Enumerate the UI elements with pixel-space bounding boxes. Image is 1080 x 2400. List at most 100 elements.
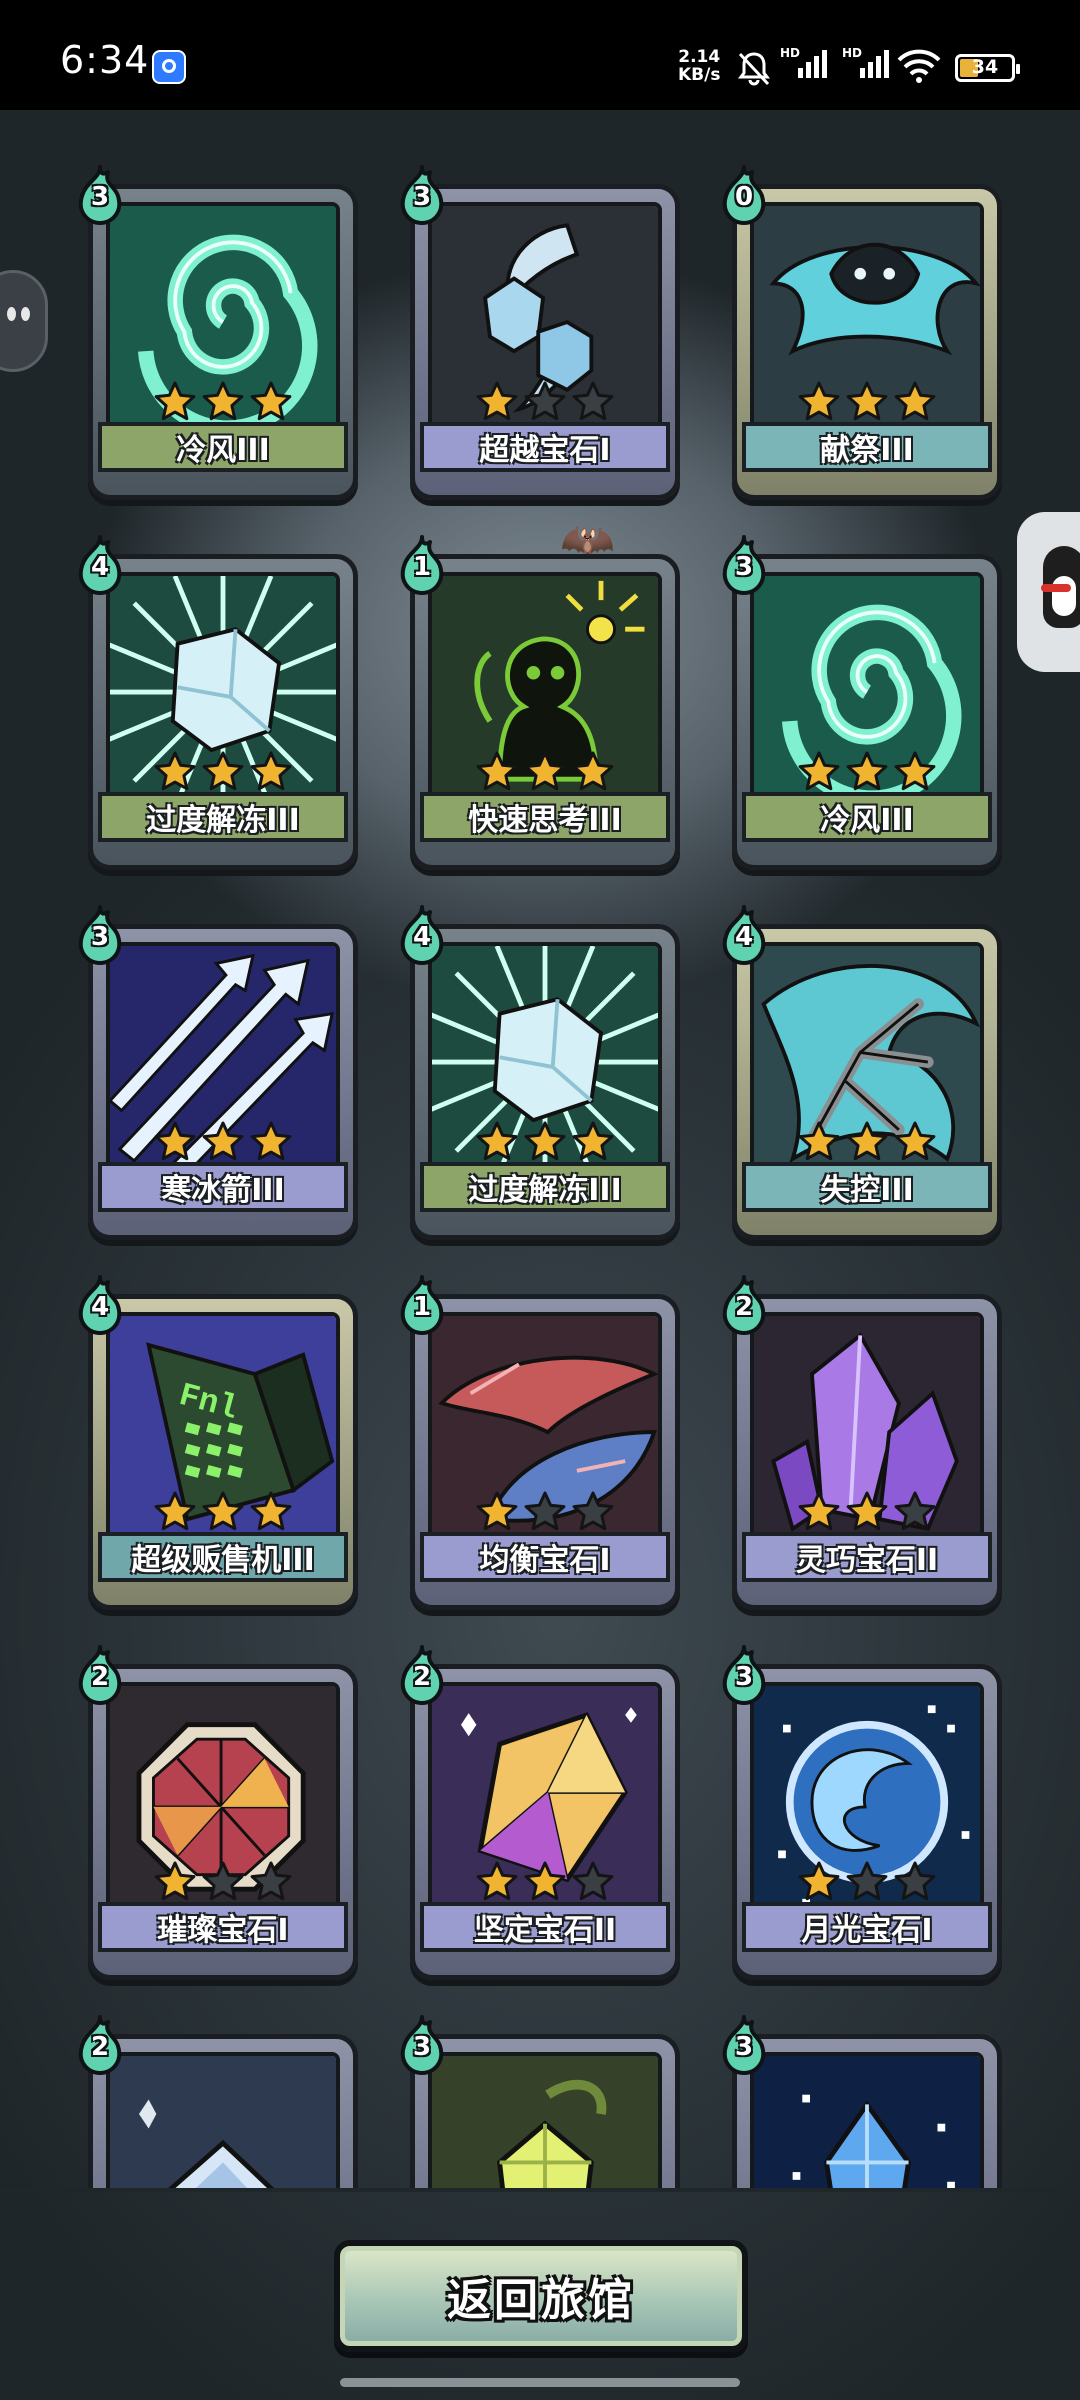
skill-card[interactable]: 过度解冻III 4	[78, 535, 358, 870]
skill-card[interactable]: 坚定宝石II 2	[400, 1645, 680, 1980]
star-filled-icon	[846, 1121, 888, 1161]
skill-card[interactable]: 3	[722, 2015, 1002, 2188]
network-speed: 2.14 KB/s	[678, 48, 720, 84]
star-filled-icon	[476, 751, 518, 791]
energy-cost-badge: 3	[74, 164, 126, 226]
star-filled-icon	[202, 1121, 244, 1161]
energy-cost-value: 3	[734, 2032, 754, 2062]
skill-card[interactable]: 寒冰箭III 3	[78, 905, 358, 1240]
signal-label-2: HD	[842, 46, 863, 60]
skill-card[interactable]: 冷风III 3	[722, 535, 1002, 870]
card-art-window	[106, 2052, 340, 2188]
game-screen: 🦇 冷风III 3 超越宝石I 3 献祭III 0 过度解冻III 4 快速思考…	[0, 110, 1080, 2400]
signal-icon-1: HD	[780, 46, 832, 86]
skill-card[interactable]: 3	[400, 2015, 680, 2188]
return-to-inn-button[interactable]: 返回旅馆	[334, 2240, 748, 2352]
card-name: 均衡宝石I	[420, 1532, 670, 1582]
blue-crystal-artwork	[754, 2056, 980, 2188]
star-filled-icon	[154, 1861, 196, 1901]
star-filled-icon	[250, 1491, 292, 1531]
card-name: 坚定宝石II	[420, 1902, 670, 1952]
star-filled-icon	[894, 1121, 936, 1161]
star-filled-icon	[798, 1491, 840, 1531]
shield-gem-artwork	[110, 2056, 336, 2188]
battery-icon: 34	[955, 54, 1020, 82]
skill-card[interactable]: 璀璨宝石I 2	[78, 1645, 358, 1980]
clock: 6:34	[60, 38, 150, 82]
star-empty-icon	[846, 1861, 888, 1901]
star-filled-icon	[846, 381, 888, 421]
network-speed-unit: KB/s	[678, 65, 721, 85]
star-filled-icon	[846, 1491, 888, 1531]
star-empty-icon	[572, 1861, 614, 1901]
star-filled-icon	[154, 1121, 196, 1161]
star-rating	[148, 1120, 298, 1164]
star-filled-icon	[894, 381, 936, 421]
star-filled-icon	[572, 751, 614, 791]
energy-cost-value: 0	[734, 182, 754, 212]
energy-cost-badge: 3	[74, 904, 126, 966]
star-rating	[148, 1490, 298, 1534]
card-name: 超越宝石I	[420, 422, 670, 472]
network-speed-value: 2.14	[678, 47, 721, 67]
star-rating	[792, 750, 942, 794]
star-rating	[470, 380, 620, 424]
energy-cost-badge: 4	[718, 904, 770, 966]
star-filled-icon	[798, 381, 840, 421]
energy-cost-badge: 2	[74, 1644, 126, 1706]
star-filled-icon	[250, 1121, 292, 1161]
skill-card[interactable]: 失控III 4	[722, 905, 1002, 1240]
skill-card[interactable]: 月光宝石I 3	[722, 1645, 1002, 1980]
star-empty-icon	[572, 381, 614, 421]
star-filled-icon	[476, 1121, 518, 1161]
energy-cost-value: 3	[90, 922, 110, 952]
card-name: 寒冰箭III	[98, 1162, 348, 1212]
star-empty-icon	[894, 1861, 936, 1901]
energy-cost-badge: 3	[396, 164, 448, 226]
skill-card[interactable]: 灵巧宝石II 2	[722, 1275, 1002, 1610]
star-filled-icon	[250, 381, 292, 421]
skill-card[interactable]: 过度解冻III 4	[400, 905, 680, 1240]
app-notification-icon	[152, 50, 186, 84]
skill-card[interactable]: 献祭III 0	[722, 165, 1002, 500]
energy-cost-value: 4	[90, 1292, 110, 1322]
card-art-window	[428, 2052, 662, 2188]
energy-cost-badge: 3	[396, 2014, 448, 2076]
star-filled-icon	[154, 1491, 196, 1531]
star-filled-icon	[202, 381, 244, 421]
card-name: 超级贩售机III	[98, 1532, 348, 1582]
energy-cost-badge: 3	[718, 1644, 770, 1706]
card-name: 月光宝石I	[742, 1902, 992, 1952]
skill-card[interactable]: 均衡宝石I 1	[400, 1275, 680, 1610]
star-empty-icon	[202, 1861, 244, 1901]
skill-card[interactable]: Fnl 超级贩售机III 4	[78, 1275, 358, 1610]
energy-cost-value: 1	[412, 552, 432, 582]
skill-card[interactable]: 超越宝石I 3	[400, 165, 680, 500]
star-filled-icon	[524, 1861, 566, 1901]
star-rating	[792, 380, 942, 424]
energy-cost-value: 3	[734, 552, 754, 582]
star-rating	[470, 750, 620, 794]
card-name: 灵巧宝石II	[742, 1532, 992, 1582]
energy-cost-badge: 1	[396, 534, 448, 596]
card-name: 冷风III	[98, 422, 348, 472]
star-filled-icon	[524, 751, 566, 791]
signal-label-1: HD	[780, 46, 801, 60]
star-rating	[470, 1860, 620, 1904]
star-rating	[470, 1490, 620, 1534]
energy-cost-badge: 4	[396, 904, 448, 966]
card-name: 过度解冻III	[98, 792, 348, 842]
card-name: 冷风III	[742, 792, 992, 842]
energy-cost-value: 3	[412, 182, 432, 212]
skill-card[interactable]: 冷风III 3	[78, 165, 358, 500]
star-filled-icon	[476, 1491, 518, 1531]
card-name: 失控III	[742, 1162, 992, 1212]
star-filled-icon	[250, 751, 292, 791]
star-rating	[792, 1860, 942, 1904]
energy-cost-value: 3	[412, 2032, 432, 2062]
star-filled-icon	[202, 751, 244, 791]
skill-card[interactable]: 2	[78, 2015, 358, 2188]
skill-card[interactable]: 快速思考III 1	[400, 535, 680, 870]
home-indicator[interactable]	[340, 2378, 740, 2387]
star-filled-icon	[476, 381, 518, 421]
